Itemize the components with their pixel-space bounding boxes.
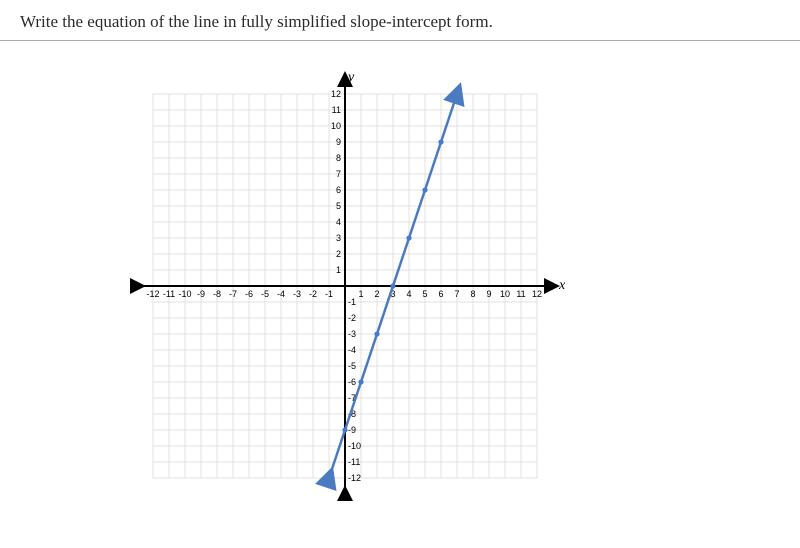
svg-text:-11: -11 xyxy=(348,457,360,467)
svg-text:10: 10 xyxy=(500,289,510,299)
svg-text:5: 5 xyxy=(336,201,341,211)
svg-text:-8: -8 xyxy=(213,289,221,299)
svg-text:-5: -5 xyxy=(348,361,356,371)
svg-text:10: 10 xyxy=(331,121,341,131)
svg-text:-6: -6 xyxy=(348,377,356,387)
svg-text:-10: -10 xyxy=(348,441,361,451)
chart-container: x y -12 -11 -10 -9 -8 -7 -6 -5 -4 -3 -2 … xyxy=(0,41,800,541)
x-axis-label: x xyxy=(558,278,566,293)
svg-text:-12: -12 xyxy=(146,289,159,299)
svg-text:-1: -1 xyxy=(348,297,356,307)
svg-text:-9: -9 xyxy=(197,289,205,299)
svg-text:2: 2 xyxy=(374,289,379,299)
svg-text:-6: -6 xyxy=(245,289,253,299)
svg-text:-12: -12 xyxy=(348,473,361,483)
svg-text:9: 9 xyxy=(486,289,491,299)
svg-text:-5: -5 xyxy=(261,289,269,299)
svg-text:-2: -2 xyxy=(348,313,356,323)
y-tick-labels-pos: 1 2 3 4 5 6 7 8 9 10 11 12 xyxy=(331,89,341,275)
svg-text:4: 4 xyxy=(406,289,411,299)
svg-text:-4: -4 xyxy=(277,289,285,299)
svg-text:6: 6 xyxy=(336,185,341,195)
svg-text:-7: -7 xyxy=(229,289,237,299)
coordinate-plane: x y -12 -11 -10 -9 -8 -7 -6 -5 -4 -3 -2 … xyxy=(130,71,590,511)
svg-text:7: 7 xyxy=(454,289,459,299)
svg-text:7: 7 xyxy=(336,169,341,179)
svg-text:1: 1 xyxy=(358,289,363,299)
svg-text:5: 5 xyxy=(422,289,427,299)
svg-text:6: 6 xyxy=(438,289,443,299)
svg-text:-11: -11 xyxy=(163,289,175,299)
svg-text:-3: -3 xyxy=(348,329,356,339)
svg-text:-9: -9 xyxy=(348,425,356,435)
svg-text:12: 12 xyxy=(331,89,341,99)
svg-text:-2: -2 xyxy=(309,289,317,299)
svg-text:8: 8 xyxy=(470,289,475,299)
svg-text:-4: -4 xyxy=(348,345,356,355)
svg-text:-10: -10 xyxy=(178,289,191,299)
svg-text:11: 11 xyxy=(332,105,341,115)
svg-text:12: 12 xyxy=(532,289,542,299)
svg-text:8: 8 xyxy=(336,153,341,163)
svg-text:3: 3 xyxy=(336,233,341,243)
svg-text:11: 11 xyxy=(516,289,525,299)
svg-text:4: 4 xyxy=(336,217,341,227)
svg-text:2: 2 xyxy=(336,249,341,259)
svg-text:9: 9 xyxy=(336,137,341,147)
question-prompt: Write the equation of the line in fully … xyxy=(0,0,800,41)
svg-text:-3: -3 xyxy=(293,289,301,299)
svg-text:1: 1 xyxy=(336,265,341,275)
svg-text:-1: -1 xyxy=(325,289,333,299)
y-axis-label: y xyxy=(346,71,355,85)
